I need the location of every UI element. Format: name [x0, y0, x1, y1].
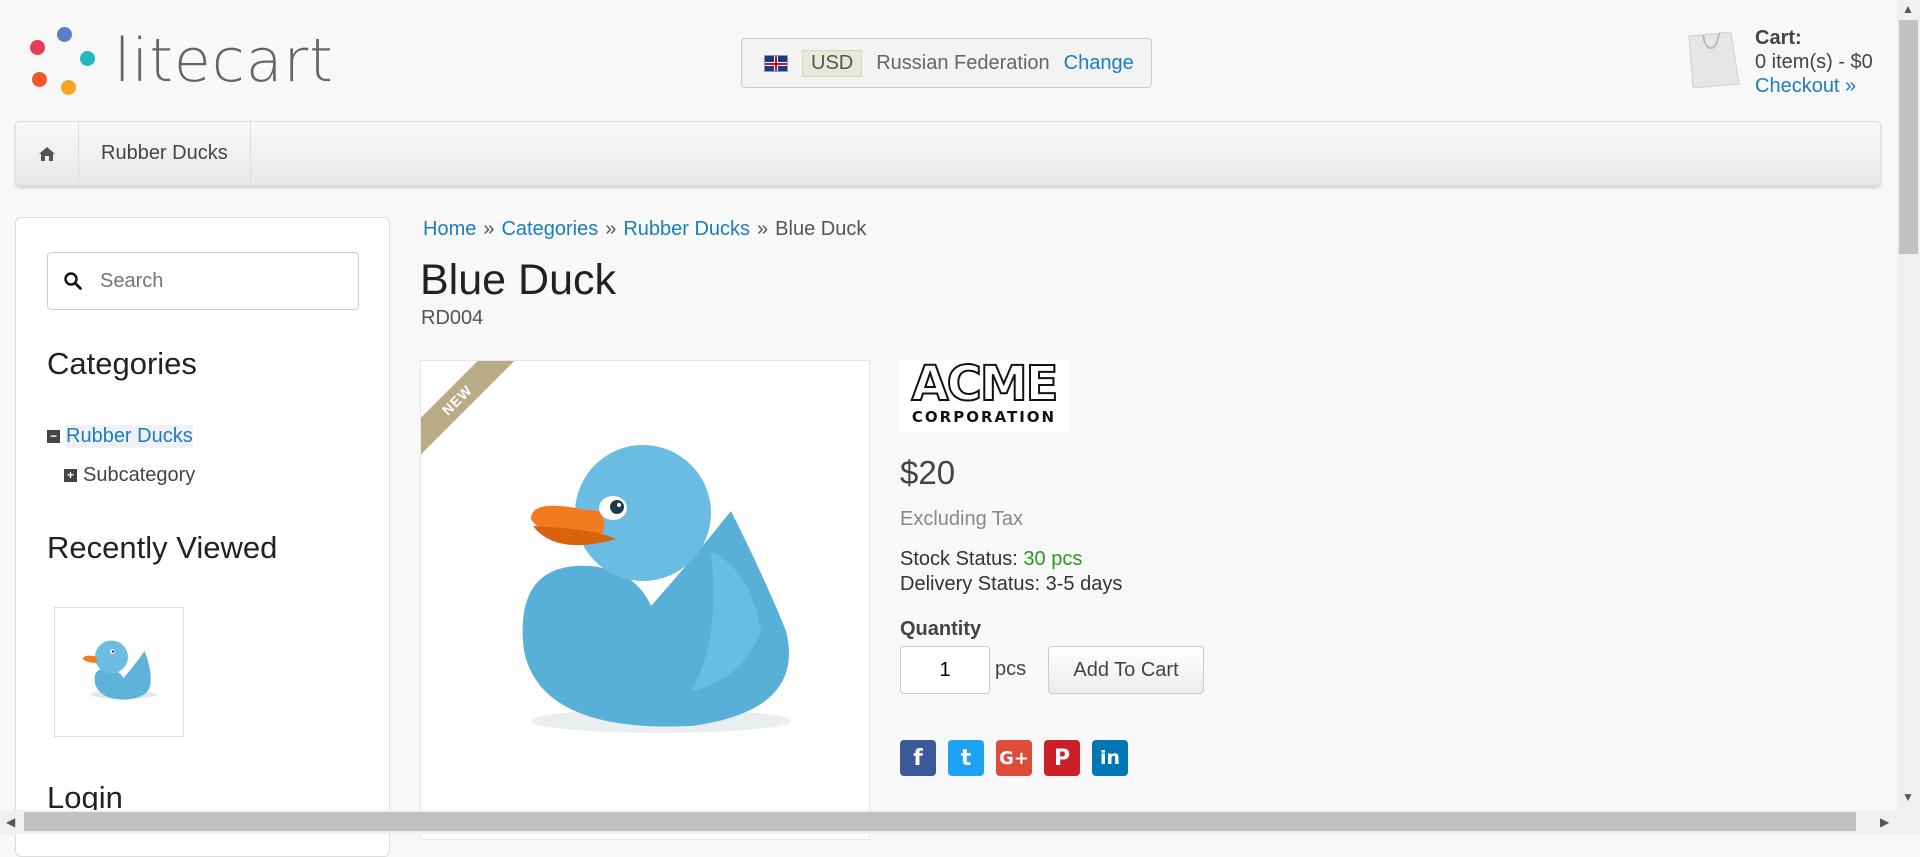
categories-heading: Categories — [47, 346, 197, 381]
sidebar: Categories − Rubber Ducks + Subcategory … — [15, 217, 390, 857]
social-share-bar: f t G+ P in — [900, 740, 1128, 776]
blue-duck-thumbnail-image — [82, 640, 157, 700]
breadcrumb-home[interactable]: Home — [423, 218, 476, 240]
change-region-link[interactable]: Change — [1064, 52, 1134, 75]
google-plus-icon[interactable]: G+ — [996, 740, 1032, 776]
stock-info: Stock Status: 30 pcs Delivery Status: 3-… — [900, 547, 1122, 597]
product-sku: RD004 — [421, 307, 484, 329]
logo-dots-icon — [24, 25, 96, 97]
checkout-link[interactable]: Checkout » — [1755, 75, 1856, 97]
delivery-status-label: Delivery Status: — [900, 573, 1041, 595]
horizontal-scrollbar-thumb[interactable] — [24, 812, 1856, 831]
facebook-icon[interactable]: f — [900, 740, 936, 776]
expand-icon: + — [64, 469, 77, 482]
currency-badge: USD — [802, 49, 863, 77]
product-price: $20 — [900, 454, 956, 491]
shopping-bag-icon — [1688, 31, 1740, 89]
manufacturer-logo-subtext: CORPORATION — [911, 408, 1057, 426]
stock-status-value: 30 pcs — [1023, 548, 1083, 570]
collapse-icon: − — [47, 430, 60, 443]
breadcrumb-rubber-ducks[interactable]: Rubber Ducks — [623, 218, 750, 240]
main-navbar: Rubber Ducks — [15, 121, 1881, 186]
linkedin-icon[interactable]: in — [1092, 740, 1128, 776]
scroll-up-arrow-icon[interactable]: ▲ — [1902, 2, 1914, 16]
scroll-right-arrow-icon[interactable]: ▶ — [1880, 815, 1889, 829]
recently-viewed-heading: Recently Viewed — [47, 530, 278, 565]
breadcrumb-categories[interactable]: Categories — [501, 218, 598, 240]
category-item-rubber-ducks[interactable]: − Rubber Ducks — [47, 425, 193, 448]
site-logo[interactable]: litecart — [24, 26, 334, 96]
delivery-status-value: 3-5 days — [1045, 573, 1123, 595]
blue-duck-image — [522, 445, 791, 733]
quantity-unit: pcs — [995, 658, 1027, 680]
breadcrumb: Home» Categories» Rubber Ducks» Blue Duck — [423, 218, 867, 240]
category-item-subcategory[interactable]: + Subcategory — [64, 464, 195, 487]
region-selector: USD Russian Federation Change — [741, 38, 1152, 88]
breadcrumb-current: Blue Duck — [775, 218, 867, 240]
home-icon — [39, 146, 55, 161]
twitter-icon[interactable]: t — [948, 740, 984, 776]
manufacturer-logo[interactable]: ACME CORPORATION — [900, 356, 1068, 432]
uk-flag-icon — [764, 54, 788, 72]
quantity-input[interactable] — [900, 646, 990, 694]
recently-viewed-thumbnail[interactable] — [54, 607, 184, 737]
product-image[interactable]: NEW — [420, 360, 870, 840]
pinterest-icon[interactable]: P — [1044, 740, 1080, 776]
vertical-scrollbar-thumb[interactable] — [1899, 20, 1918, 254]
search-box — [47, 252, 359, 310]
search-input[interactable] — [98, 268, 332, 294]
logo-text: litecart — [114, 26, 334, 96]
category-link[interactable]: Rubber Ducks — [66, 425, 193, 448]
cart-title: Cart: — [1755, 27, 1802, 49]
manufacturer-logo-text: ACME — [911, 356, 1060, 412]
tax-note: Excluding Tax — [900, 508, 1024, 530]
cart-summary: 0 item(s) - $0 — [1755, 51, 1873, 73]
product-title: Blue Duck — [420, 256, 616, 304]
nav-home-button[interactable] — [16, 122, 79, 185]
scroll-down-arrow-icon[interactable]: ▼ — [1902, 790, 1914, 804]
category-link[interactable]: Subcategory — [83, 464, 195, 487]
country-label: Russian Federation — [876, 51, 1050, 74]
add-to-cart-button[interactable]: Add To Cart — [1048, 646, 1204, 694]
scroll-left-arrow-icon[interactable]: ◀ — [6, 815, 15, 829]
search-icon — [64, 272, 82, 290]
stock-status-label: Stock Status: — [900, 548, 1018, 570]
cart-widget[interactable]: Cart: 0 item(s) - $0 Checkout » — [1683, 26, 1873, 98]
nav-item-rubber-ducks[interactable]: Rubber Ducks — [79, 122, 251, 185]
quantity-label: Quantity — [900, 618, 982, 640]
